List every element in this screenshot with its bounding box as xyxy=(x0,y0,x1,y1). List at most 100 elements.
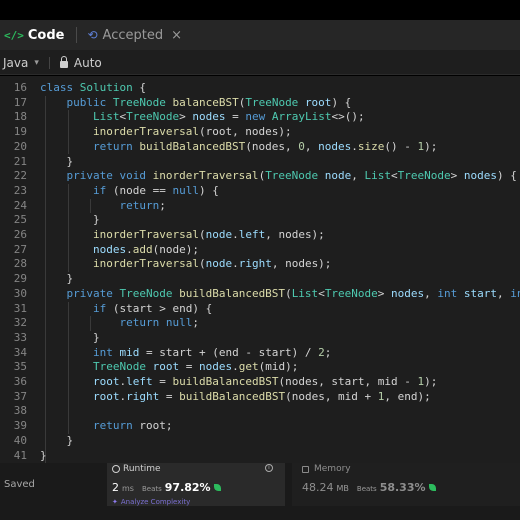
code-line[interactable]: 29 } xyxy=(0,272,520,287)
code-line[interactable]: 23 if (node == null) { xyxy=(0,184,520,199)
code-token: node xyxy=(205,257,233,271)
line-number: 34 xyxy=(13,345,27,359)
code-token: if xyxy=(92,301,113,315)
code-token: ( xyxy=(285,286,292,300)
language-label: Java xyxy=(3,55,29,70)
code-token: int xyxy=(510,286,520,300)
code-token: TreeNode xyxy=(126,110,180,124)
code-token: left xyxy=(238,228,266,241)
code-token: size xyxy=(357,139,385,153)
tab-accepted[interactable]: ⟲ Accepted × xyxy=(87,20,182,50)
analyze-complexity-label: Analyze Complexity xyxy=(120,498,191,506)
analyze-complexity-link[interactable]: ✦ Analyze Complexity xyxy=(112,498,190,506)
code-token: ); xyxy=(424,139,438,153)
code-line[interactable]: 17 public TreeNode balanceBST(TreeNode r… xyxy=(0,96,520,111)
code-token: inorderTraversal xyxy=(92,125,199,139)
code-line[interactable]: 18 List<TreeNode> nodes = new ArrayList<… xyxy=(0,110,520,125)
code-text: inorderTraversal(node.left, nodes); xyxy=(40,228,325,243)
line-number: 39 xyxy=(13,419,27,433)
code-text: return buildBalancedBST(nodes, 0, nodes.… xyxy=(40,140,437,155)
memory-header: Memory xyxy=(302,464,351,474)
memory-panel[interactable]: Memory 48.24 MB Beats 58.33% xyxy=(292,463,520,506)
code-line[interactable]: 24 return; xyxy=(0,199,520,214)
code-token: = xyxy=(152,375,173,388)
code-token: class xyxy=(40,81,80,94)
code-token: ) { xyxy=(198,183,219,197)
top-bar xyxy=(0,0,520,20)
memory-beats-label: Beats xyxy=(356,485,377,493)
line-number: 26 xyxy=(13,228,27,241)
code-line[interactable]: 25 } xyxy=(0,213,520,228)
close-icon[interactable]: × xyxy=(171,28,182,43)
code-token: . xyxy=(232,257,239,271)
code-line[interactable]: 28 inorderTraversal(node.right, nodes); xyxy=(0,257,520,272)
code-editor[interactable]: 16 class Solution {17 public TreeNode bal… xyxy=(0,76,520,464)
code-token: > xyxy=(377,286,392,300)
code-line[interactable]: 36 root.left = buildBalancedBST(nodes, s… xyxy=(0,375,520,390)
code-token: int xyxy=(437,286,464,300)
code-line[interactable]: 40 } xyxy=(0,434,520,449)
code-token: } xyxy=(40,154,74,168)
code-token: TreeNode xyxy=(324,286,378,300)
line-number: 28 xyxy=(13,257,27,271)
code-text: inorderTraversal(root, nodes); xyxy=(40,125,292,140)
tab-code[interactable]: </> Code xyxy=(0,20,76,50)
code-token: root xyxy=(92,375,120,388)
memory-icon xyxy=(302,465,309,473)
code-text: List<TreeNode> nodes = new ArrayList<>()… xyxy=(40,110,365,125)
code-line[interactable]: 39 return root; xyxy=(0,419,520,434)
code-token: = xyxy=(179,360,199,374)
code-line[interactable]: 35 TreeNode root = nodes.get(mid); xyxy=(0,360,520,375)
language-select[interactable]: Java ▾ xyxy=(0,56,39,70)
code-line[interactable]: 21 } xyxy=(0,155,520,170)
code-token: new xyxy=(245,110,272,124)
history-icon: ⟲ xyxy=(87,28,98,42)
auto-mode-toggle[interactable]: Auto xyxy=(59,55,102,70)
line-number: 24 xyxy=(13,198,27,212)
memory-values: 48.24 MB Beats 58.33% xyxy=(302,481,436,494)
code-line[interactable]: 38 xyxy=(0,404,520,419)
code-token: get xyxy=(238,360,259,374)
tab-bar: </> Code ⟲ Accepted × xyxy=(0,20,520,51)
code-text: } xyxy=(40,213,100,228)
runtime-beats-label: Beats xyxy=(141,485,162,493)
line-number: 17 xyxy=(13,95,27,109)
code-line[interactable]: 31 if (start > end) { xyxy=(0,302,520,317)
code-line[interactable]: 32 return null; xyxy=(0,316,520,331)
code-line[interactable]: 37 root.right = buildBalancedBST(nodes, … xyxy=(0,390,520,405)
code-token: Solution xyxy=(79,81,133,94)
code-text: } xyxy=(40,155,73,170)
code-token: nodes xyxy=(391,286,425,300)
code-token: nodes xyxy=(463,169,498,183)
code-token: , nodes); xyxy=(265,228,325,241)
code-line[interactable]: 16 class Solution { xyxy=(0,81,520,96)
code-token: } xyxy=(40,433,74,447)
code-token: buildBalancedBST xyxy=(139,139,246,153)
code-token: < xyxy=(391,169,398,183)
code-line[interactable]: 33 } xyxy=(0,331,520,346)
code-line[interactable]: 34 int mid = start + (end - start) / 2; xyxy=(0,346,520,361)
code-line[interactable]: 19 inorderTraversal(root, nodes); xyxy=(0,125,520,140)
code-line[interactable]: 30 private TreeNode buildBalancedBST(Lis… xyxy=(0,287,520,302)
auto-mode-label: Auto xyxy=(73,55,102,70)
code-token: ); xyxy=(424,375,438,388)
code-line[interactable]: 22 private void inorderTraversal(TreeNod… xyxy=(0,169,520,184)
code-line[interactable]: 41} xyxy=(0,449,520,464)
code-token: (node); xyxy=(152,242,199,256)
line-number: 23 xyxy=(13,183,27,197)
code-token: } xyxy=(40,448,47,462)
code-token: , nodes); xyxy=(271,257,332,271)
code-line[interactable]: 26 inorderTraversal(node.left, nodes); xyxy=(0,228,520,243)
code-text: class Solution { xyxy=(40,81,146,96)
info-icon[interactable]: i xyxy=(265,464,273,472)
code-line[interactable]: 20 return buildBalancedBST(nodes, 0, nod… xyxy=(0,140,520,155)
code-token: , xyxy=(304,139,319,153)
code-line[interactable]: 27 nodes.add(node); xyxy=(0,243,520,258)
code-token: buildBalancedBST xyxy=(179,286,286,300)
